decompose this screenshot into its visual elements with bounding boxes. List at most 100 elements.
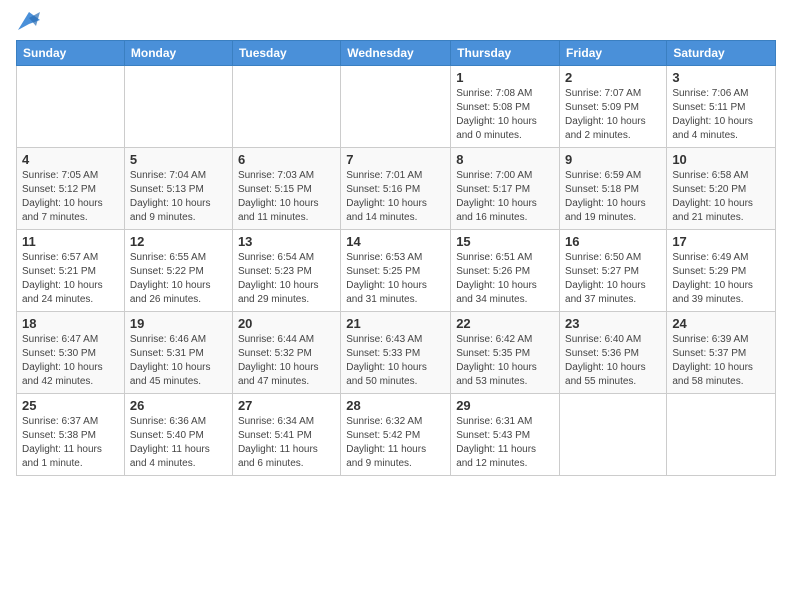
weekday-header-thursday: Thursday (451, 41, 560, 66)
day-info: Sunrise: 6:59 AM Sunset: 5:18 PM Dayligh… (565, 169, 661, 225)
day-info: Sunrise: 6:47 AM Sunset: 5:30 PM Dayligh… (22, 333, 119, 389)
page-header (16, 16, 776, 30)
calendar-week-row: 11 Sunrise: 6:57 AM Sunset: 5:21 PM Dayli… (17, 230, 776, 312)
calendar-cell (17, 66, 125, 148)
day-info: Sunrise: 6:57 AM Sunset: 5:21 PM Dayligh… (22, 251, 119, 307)
calendar-cell: 3 Sunrise: 7:06 AM Sunset: 5:11 PM Daylig… (667, 66, 776, 148)
calendar-cell: 25 Sunrise: 6:37 AM Sunset: 5:38 PM Dayli… (17, 394, 125, 476)
day-number: 10 (672, 152, 770, 167)
day-info: Sunrise: 6:44 AM Sunset: 5:32 PM Dayligh… (238, 333, 335, 389)
day-info: Sunrise: 6:39 AM Sunset: 5:37 PM Dayligh… (672, 333, 770, 389)
weekday-header-wednesday: Wednesday (341, 41, 451, 66)
day-number: 22 (456, 316, 554, 331)
day-number: 15 (456, 234, 554, 249)
calendar-cell: 9 Sunrise: 6:59 AM Sunset: 5:18 PM Daylig… (560, 148, 667, 230)
calendar-table: SundayMondayTuesdayWednesdayThursdayFrid… (16, 40, 776, 476)
calendar-cell: 28 Sunrise: 6:32 AM Sunset: 5:42 PM Dayli… (341, 394, 451, 476)
calendar-cell: 8 Sunrise: 7:00 AM Sunset: 5:17 PM Daylig… (451, 148, 560, 230)
day-number: 18 (22, 316, 119, 331)
calendar-cell: 17Sunrise: 6:49 AM Sunset: 5:29 PM Dayli… (667, 230, 776, 312)
calendar-cell: 18 Sunrise: 6:47 AM Sunset: 5:30 PM Dayli… (17, 312, 125, 394)
calendar-cell: 22 Sunrise: 6:42 AM Sunset: 5:35 PM Dayli… (451, 312, 560, 394)
day-info: Sunrise: 6:53 AM Sunset: 5:25 PM Dayligh… (346, 251, 445, 307)
day-info: Sunrise: 6:50 AM Sunset: 5:27 PM Dayligh… (565, 251, 661, 307)
day-info: Sunrise: 6:34 AM Sunset: 5:41 PM Dayligh… (238, 415, 335, 471)
day-number: 14 (346, 234, 445, 249)
day-number: 29 (456, 398, 554, 413)
calendar-cell: 2 Sunrise: 7:07 AM Sunset: 5:09 PM Daylig… (560, 66, 667, 148)
day-info: Sunrise: 7:00 AM Sunset: 5:17 PM Dayligh… (456, 169, 554, 225)
day-number: 27 (238, 398, 335, 413)
day-number: 5 (130, 152, 227, 167)
calendar-cell: 21 Sunrise: 6:43 AM Sunset: 5:33 PM Dayli… (341, 312, 451, 394)
day-number: 8 (456, 152, 554, 167)
calendar-cell: 6Sunrise: 7:03 AM Sunset: 5:15 PM Daylig… (232, 148, 340, 230)
day-number: 13 (238, 234, 335, 249)
calendar-cell: 7 Sunrise: 7:01 AM Sunset: 5:16 PM Daylig… (341, 148, 451, 230)
calendar-week-row: 4 Sunrise: 7:05 AM Sunset: 5:12 PM Daylig… (17, 148, 776, 230)
calendar-cell (341, 66, 451, 148)
calendar-cell: 4 Sunrise: 7:05 AM Sunset: 5:12 PM Daylig… (17, 148, 125, 230)
calendar-week-row: 25 Sunrise: 6:37 AM Sunset: 5:38 PM Dayli… (17, 394, 776, 476)
calendar-week-row: 1Sunrise: 7:08 AM Sunset: 5:08 PM Daylig… (17, 66, 776, 148)
weekday-header-saturday: Saturday (667, 41, 776, 66)
calendar-cell (560, 394, 667, 476)
day-number: 23 (565, 316, 661, 331)
day-number: 19 (130, 316, 227, 331)
day-number: 3 (672, 70, 770, 85)
weekday-header-monday: Monday (124, 41, 232, 66)
calendar-week-row: 18 Sunrise: 6:47 AM Sunset: 5:30 PM Dayli… (17, 312, 776, 394)
day-info: Sunrise: 7:07 AM Sunset: 5:09 PM Dayligh… (565, 87, 661, 143)
calendar-cell: 15 Sunrise: 6:51 AM Sunset: 5:26 PM Dayli… (451, 230, 560, 312)
calendar-cell (667, 394, 776, 476)
calendar-cell: 5 Sunrise: 7:04 AM Sunset: 5:13 PM Daylig… (124, 148, 232, 230)
day-info: Sunrise: 6:42 AM Sunset: 5:35 PM Dayligh… (456, 333, 554, 389)
calendar-cell: 10 Sunrise: 6:58 AM Sunset: 5:20 PM Dayli… (667, 148, 776, 230)
weekday-header-friday: Friday (560, 41, 667, 66)
calendar-cell: 16 Sunrise: 6:50 AM Sunset: 5:27 PM Dayli… (560, 230, 667, 312)
day-number: 28 (346, 398, 445, 413)
day-info: Sunrise: 6:54 AM Sunset: 5:23 PM Dayligh… (238, 251, 335, 307)
day-info: Sunrise: 7:01 AM Sunset: 5:16 PM Dayligh… (346, 169, 445, 225)
day-info: Sunrise: 7:03 AM Sunset: 5:15 PM Dayligh… (238, 169, 335, 225)
day-info: Sunrise: 6:32 AM Sunset: 5:42 PM Dayligh… (346, 415, 445, 471)
day-info: Sunrise: 7:04 AM Sunset: 5:13 PM Dayligh… (130, 169, 227, 225)
day-number: 21 (346, 316, 445, 331)
day-info: Sunrise: 6:37 AM Sunset: 5:38 PM Dayligh… (22, 415, 119, 471)
day-info: Sunrise: 6:51 AM Sunset: 5:26 PM Dayligh… (456, 251, 554, 307)
day-number: 12 (130, 234, 227, 249)
day-number: 7 (346, 152, 445, 167)
weekday-header-row: SundayMondayTuesdayWednesdayThursdayFrid… (17, 41, 776, 66)
day-info: Sunrise: 7:05 AM Sunset: 5:12 PM Dayligh… (22, 169, 119, 225)
calendar-cell: 23Sunrise: 6:40 AM Sunset: 5:36 PM Dayli… (560, 312, 667, 394)
day-number: 4 (22, 152, 119, 167)
calendar-cell: 29Sunrise: 6:31 AM Sunset: 5:43 PM Dayli… (451, 394, 560, 476)
day-number: 25 (22, 398, 119, 413)
calendar-cell: 19 Sunrise: 6:46 AM Sunset: 5:31 PM Dayli… (124, 312, 232, 394)
calendar-cell: 1Sunrise: 7:08 AM Sunset: 5:08 PM Daylig… (451, 66, 560, 148)
day-number: 26 (130, 398, 227, 413)
logo-bird-icon (18, 12, 40, 30)
day-number: 20 (238, 316, 335, 331)
calendar-cell: 24 Sunrise: 6:39 AM Sunset: 5:37 PM Dayli… (667, 312, 776, 394)
calendar-cell (232, 66, 340, 148)
day-number: 1 (456, 70, 554, 85)
day-info: Sunrise: 6:55 AM Sunset: 5:22 PM Dayligh… (130, 251, 227, 307)
calendar-cell: 11 Sunrise: 6:57 AM Sunset: 5:21 PM Dayli… (17, 230, 125, 312)
calendar-cell: 14 Sunrise: 6:53 AM Sunset: 5:25 PM Dayli… (341, 230, 451, 312)
calendar-cell: 27 Sunrise: 6:34 AM Sunset: 5:41 PM Dayli… (232, 394, 340, 476)
day-number: 16 (565, 234, 661, 249)
calendar-cell: 12 Sunrise: 6:55 AM Sunset: 5:22 PM Dayli… (124, 230, 232, 312)
day-info: Sunrise: 7:06 AM Sunset: 5:11 PM Dayligh… (672, 87, 770, 143)
weekday-header-tuesday: Tuesday (232, 41, 340, 66)
day-info: Sunrise: 6:43 AM Sunset: 5:33 PM Dayligh… (346, 333, 445, 389)
calendar-cell: 13 Sunrise: 6:54 AM Sunset: 5:23 PM Dayli… (232, 230, 340, 312)
day-number: 9 (565, 152, 661, 167)
day-info: Sunrise: 6:36 AM Sunset: 5:40 PM Dayligh… (130, 415, 227, 471)
day-info: Sunrise: 6:46 AM Sunset: 5:31 PM Dayligh… (130, 333, 227, 389)
day-number: 17 (672, 234, 770, 249)
day-number: 11 (22, 234, 119, 249)
day-number: 2 (565, 70, 661, 85)
day-number: 24 (672, 316, 770, 331)
day-info: Sunrise: 6:58 AM Sunset: 5:20 PM Dayligh… (672, 169, 770, 225)
